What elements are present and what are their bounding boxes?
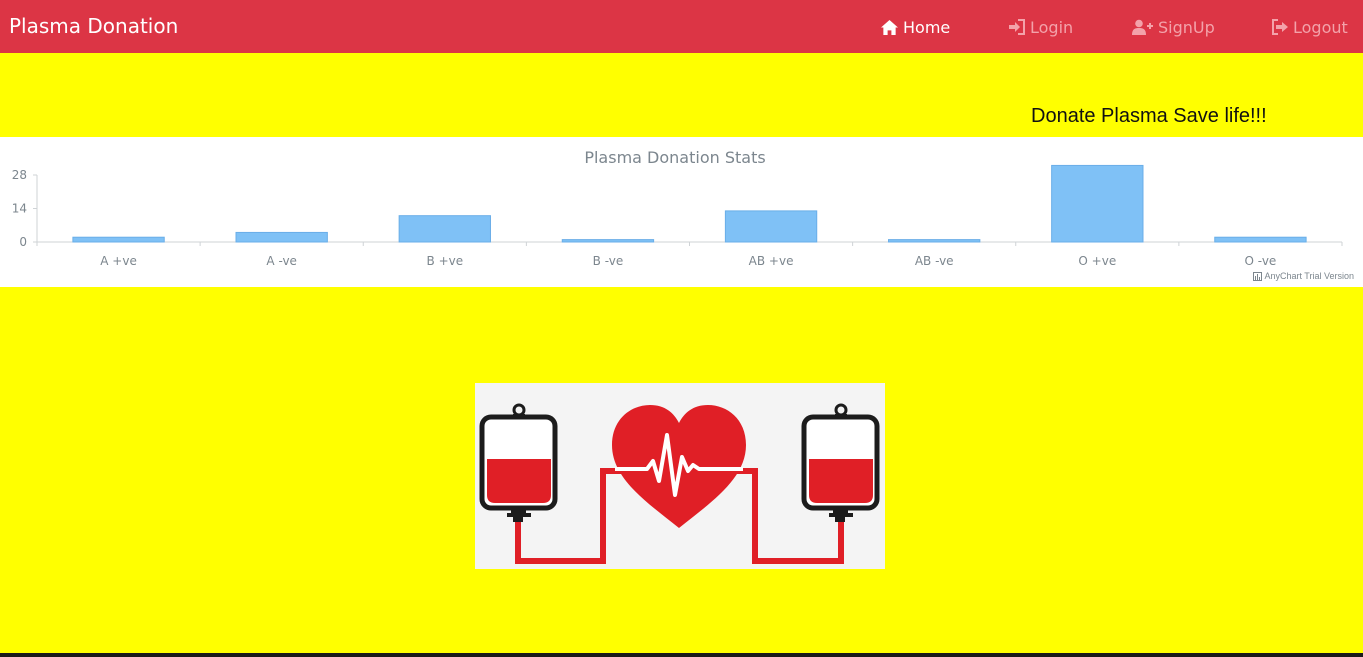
bar-Bnegve <box>561 239 655 243</box>
bar-chart: Plasma Donation Stats 0 14 28 A +ve A -ve B +v… <box>12 148 1343 268</box>
y-tick-label-1: 14 <box>12 202 27 216</box>
bar-ABnegve <box>888 239 981 243</box>
nav-login-link[interactable]: Login <box>1008 16 1073 38</box>
nav-signup-link[interactable]: SignUp <box>1132 16 1215 38</box>
navbar: Plasma Donation Home Login SignUp Logout <box>0 0 1363 53</box>
chart-credits-label: AnyChart Trial Version <box>1264 271 1354 281</box>
bar-Oposve <box>1051 164 1144 243</box>
bar-ABposve <box>724 210 818 243</box>
bar-Anegve <box>235 231 328 243</box>
bar-Onegve <box>1214 236 1307 243</box>
x-category-label-5: AB -ve <box>915 254 954 268</box>
brand-title[interactable]: Plasma Donation <box>9 14 178 38</box>
chart-panel: Plasma Donation Stats 0 14 28 A +ve A -ve B +v… <box>0 137 1363 287</box>
bar-Bposve <box>398 215 491 243</box>
x-category-label-0: A +ve <box>100 254 137 268</box>
user-plus-icon <box>1132 19 1153 35</box>
chart-logo-icon <box>1253 271 1263 281</box>
nav-login-label: Login <box>1030 17 1074 37</box>
x-category-label-3: B -ve <box>593 254 624 268</box>
blood-bag-heart-image <box>479 403 880 564</box>
taskbar-strip <box>0 653 1363 657</box>
plasma-donation-illustration <box>475 383 885 569</box>
home-icon <box>881 19 898 35</box>
y-tick-label-2: 28 <box>12 168 27 182</box>
nav-home-link[interactable]: Home <box>880 16 950 38</box>
x-category-label-6: O +ve <box>1078 254 1116 268</box>
x-category-label-1: A -ve <box>266 254 297 268</box>
nav-signup-label: SignUp <box>1158 17 1215 37</box>
y-tick-label-0: 0 <box>19 235 27 249</box>
x-category-label-2: B +ve <box>427 254 464 268</box>
chart-title: Plasma Donation Stats <box>584 148 765 167</box>
chart-credits[interactable]: AnyChart Trial Version <box>1253 271 1354 281</box>
nav-home-label: Home <box>903 17 951 37</box>
x-category-label-4: AB +ve <box>749 254 794 268</box>
x-category-label-7: O -ve <box>1245 254 1277 268</box>
bar-Aposve <box>72 236 165 243</box>
sign-out-icon <box>1272 19 1288 35</box>
nav-logout-link[interactable]: Logout <box>1271 16 1348 38</box>
sign-in-icon <box>1009 19 1025 35</box>
tagline: Donate Plasma Save life!!! <box>1031 105 1267 127</box>
nav-logout-label: Logout <box>1293 17 1348 37</box>
